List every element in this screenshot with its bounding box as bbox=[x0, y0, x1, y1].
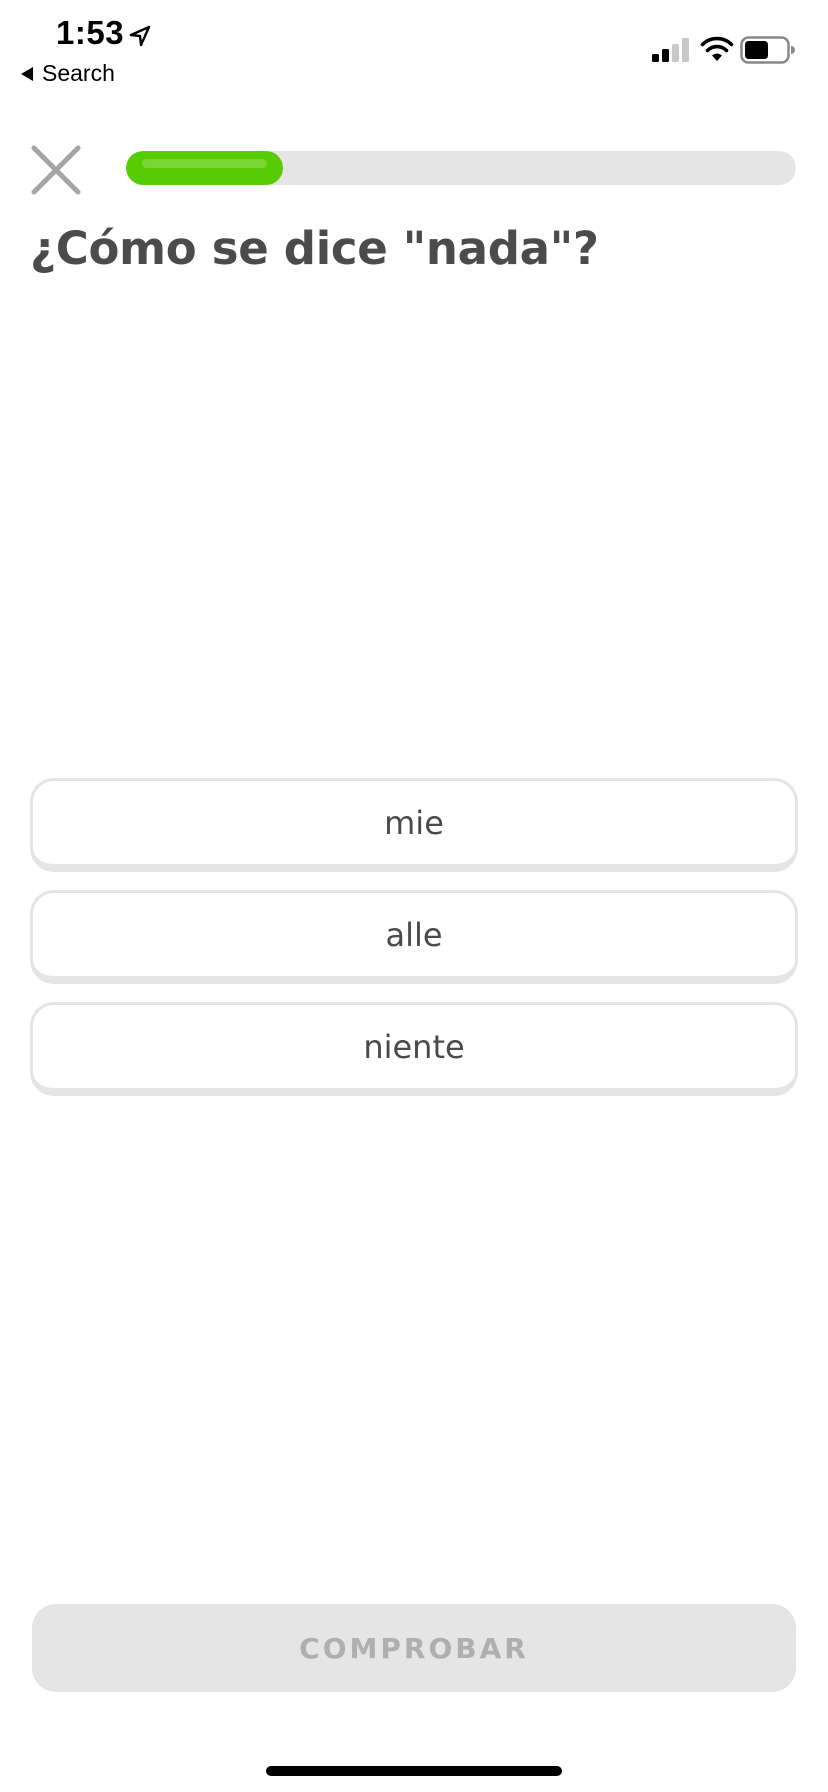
signal-icon bbox=[652, 38, 689, 62]
back-label: Search bbox=[42, 60, 115, 86]
location-arrow-icon bbox=[129, 25, 151, 47]
answer-options: mie alle niente bbox=[30, 778, 798, 1114]
lesson-progress-bar bbox=[126, 151, 796, 185]
wifi-icon bbox=[700, 36, 734, 61]
close-icon[interactable] bbox=[30, 144, 82, 196]
progress-highlight bbox=[142, 159, 267, 168]
question-prompt: ¿Cómo se dice "nada"? bbox=[30, 222, 599, 275]
lesson-progress-fill bbox=[126, 151, 283, 185]
back-to-search-link[interactable]: Search bbox=[20, 60, 115, 87]
check-button[interactable]: COMPROBAR bbox=[32, 1604, 796, 1692]
answer-option-2[interactable]: alle bbox=[30, 890, 798, 984]
home-indicator[interactable] bbox=[266, 1766, 562, 1776]
answer-option-1[interactable]: mie bbox=[30, 778, 798, 872]
back-caret-icon bbox=[21, 66, 33, 81]
status-time: 1:53 bbox=[56, 14, 125, 51]
answer-option-3[interactable]: niente bbox=[30, 1002, 798, 1096]
battery-icon bbox=[740, 36, 795, 64]
lesson-screen: 1:53 Search ¿Cómo se dice "nada"? mie al… bbox=[0, 0, 828, 1792]
